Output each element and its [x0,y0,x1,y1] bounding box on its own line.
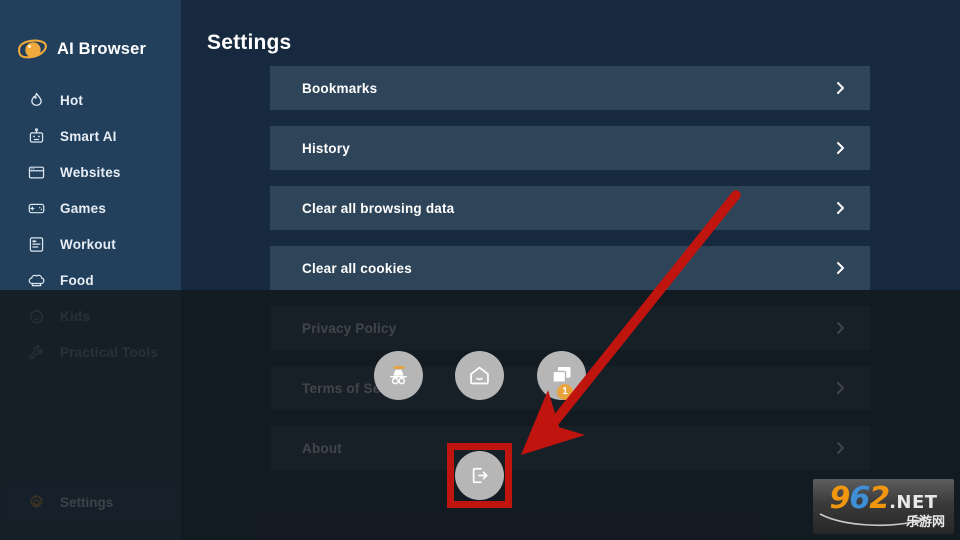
incognito-icon [385,362,412,389]
watermark-tld: .NET [889,492,938,513]
watermark-digit-9: 9 [829,481,850,516]
app-window: AI Browser Hot Smart AI Websites Games W… [0,0,960,540]
exit-button[interactable] [455,451,504,500]
home-button[interactable] [455,351,504,400]
tabs-button[interactable]: 1 [537,351,586,400]
watermark: 962.NET 乐游网 [813,479,954,534]
watermark-digit-6: 6 [849,481,870,516]
watermark-digit-2: 2 [869,481,890,516]
tabs-icon: 1 [548,362,575,400]
incognito-mode-button[interactable] [374,351,423,400]
tab-count-badge: 1 [557,384,573,400]
exit-arrow-icon [466,462,493,489]
home-icon [466,362,493,389]
floating-toolbar: 1 [0,0,960,540]
watermark-chinese: 乐游网 [905,515,945,530]
